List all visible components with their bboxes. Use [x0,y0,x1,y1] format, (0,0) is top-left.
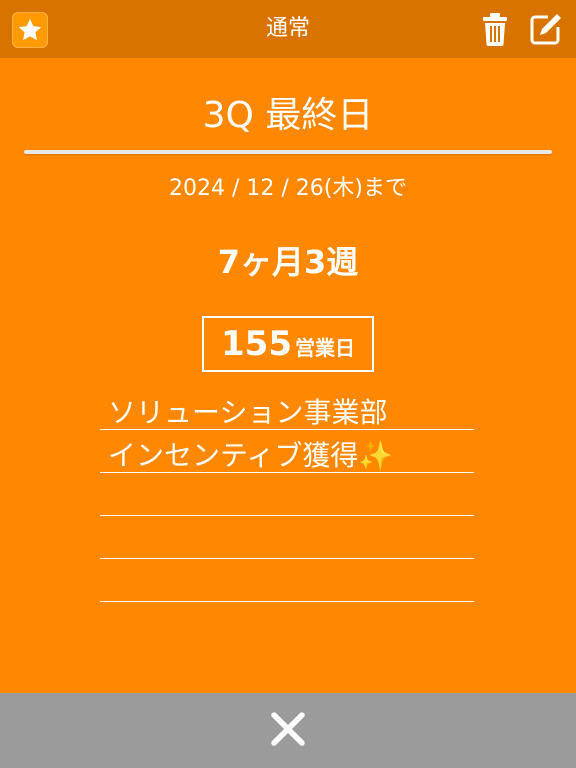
edit-button[interactable] [528,11,564,47]
event-title: 3Q 最終日 [202,95,374,136]
business-days-box: 155 営業日 [202,316,374,372]
memo-line [100,560,474,602]
remaining-duration: 7ヶ月3週 [217,243,359,281]
close-button[interactable] [268,709,308,749]
memo-area: ソリューション事業部 インセンティブ獲得✨ [100,388,474,602]
bottom-bar [0,693,576,768]
trash-icon [483,13,507,46]
memo-line: ソリューション事業部 [100,388,474,430]
memo-line: インセンティブ獲得✨ [100,431,474,473]
top-bar: 通常 [0,0,576,58]
business-days-count: 155 [221,324,292,364]
business-days-unit: 営業日 [294,336,355,360]
favorite-button[interactable] [12,12,48,48]
deadline-date: 2024 / 12 / 26(木)まで [169,176,407,201]
edit-icon [530,14,561,45]
close-icon [271,712,305,746]
star-icon [18,18,42,41]
title-divider [24,150,552,154]
memo-line [100,474,474,516]
memo-line [100,517,474,559]
delete-button[interactable] [480,12,510,46]
